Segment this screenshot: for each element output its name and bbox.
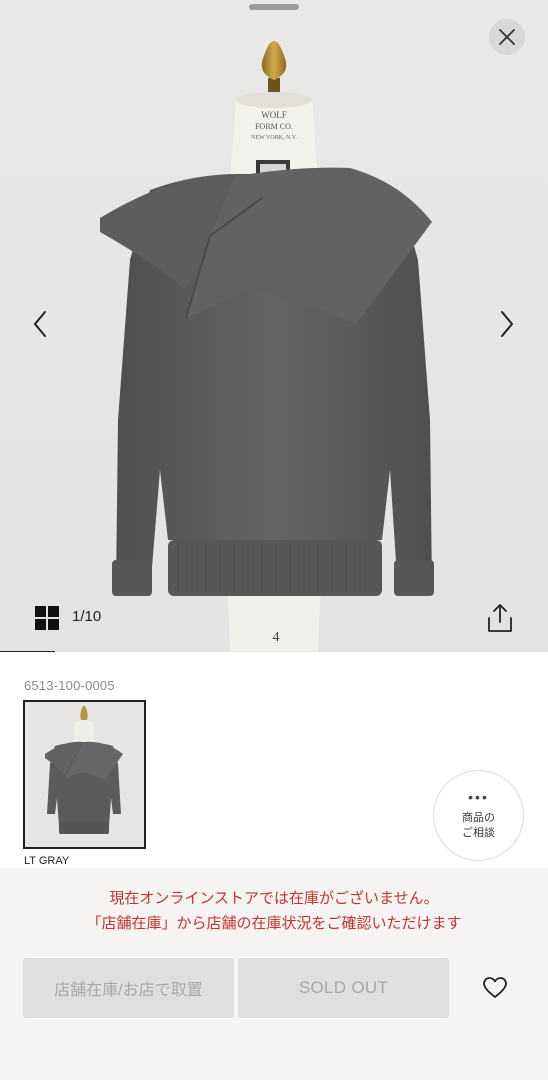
chevron-right-icon <box>501 311 513 337</box>
color-swatch-thumbnail[interactable] <box>23 700 146 849</box>
close-button[interactable] <box>489 19 525 55</box>
close-icon <box>499 29 515 45</box>
product-consultation-button[interactable]: ••• 商品の ご相談 <box>433 770 524 861</box>
stock-status-message: 現在オンラインストアでは在庫がございません。 「店舗在庫」から店舗の在庫状況をご… <box>0 886 548 936</box>
image-counter: 1/10 <box>72 608 102 625</box>
stock-message-line2: 「店舗在庫」から店舗の在庫状況をご確認いただけます <box>86 915 462 932</box>
color-label: LT GRAY <box>24 855 70 866</box>
sold-out-button[interactable]: SOLD OUT <box>238 958 449 1018</box>
product-image-carousel[interactable]: WOLF FORM CO. NEW YORK, N.Y. 4 1/10 <box>0 0 548 652</box>
favorite-button[interactable] <box>480 973 510 1003</box>
previous-image-button[interactable] <box>22 306 58 342</box>
chevron-left-icon <box>34 311 46 337</box>
thumbnail-image <box>25 702 144 847</box>
grid-view-button[interactable] <box>34 605 60 631</box>
mannequin-brand-line3: NEW YORK, N.Y. <box>251 135 297 141</box>
product-code: 6513-100-0005 <box>24 678 115 693</box>
mannequin-number: 4 <box>273 630 280 645</box>
more-dots-icon: ••• <box>468 788 489 805</box>
grid-icon <box>35 606 59 630</box>
next-image-button[interactable] <box>489 306 525 342</box>
stock-message-line1: 現在オンラインストアでは在庫がございません。 <box>109 890 439 907</box>
heart-icon <box>483 977 507 998</box>
product-photo: WOLF FORM CO. NEW YORK, N.Y. 4 <box>0 0 548 652</box>
store-stock-button[interactable]: 店舗在庫/お店で取置 <box>23 958 234 1018</box>
drag-handle[interactable] <box>249 4 299 10</box>
mannequin-brand: WOLF <box>261 110 287 120</box>
mannequin-brand-line2: FORM CO. <box>255 122 293 131</box>
consultation-label: 商品の ご相談 <box>462 811 495 839</box>
image-progress-bar <box>0 651 548 652</box>
image-progress-fill <box>0 651 55 652</box>
share-icon <box>488 604 512 632</box>
share-button[interactable] <box>485 602 515 634</box>
